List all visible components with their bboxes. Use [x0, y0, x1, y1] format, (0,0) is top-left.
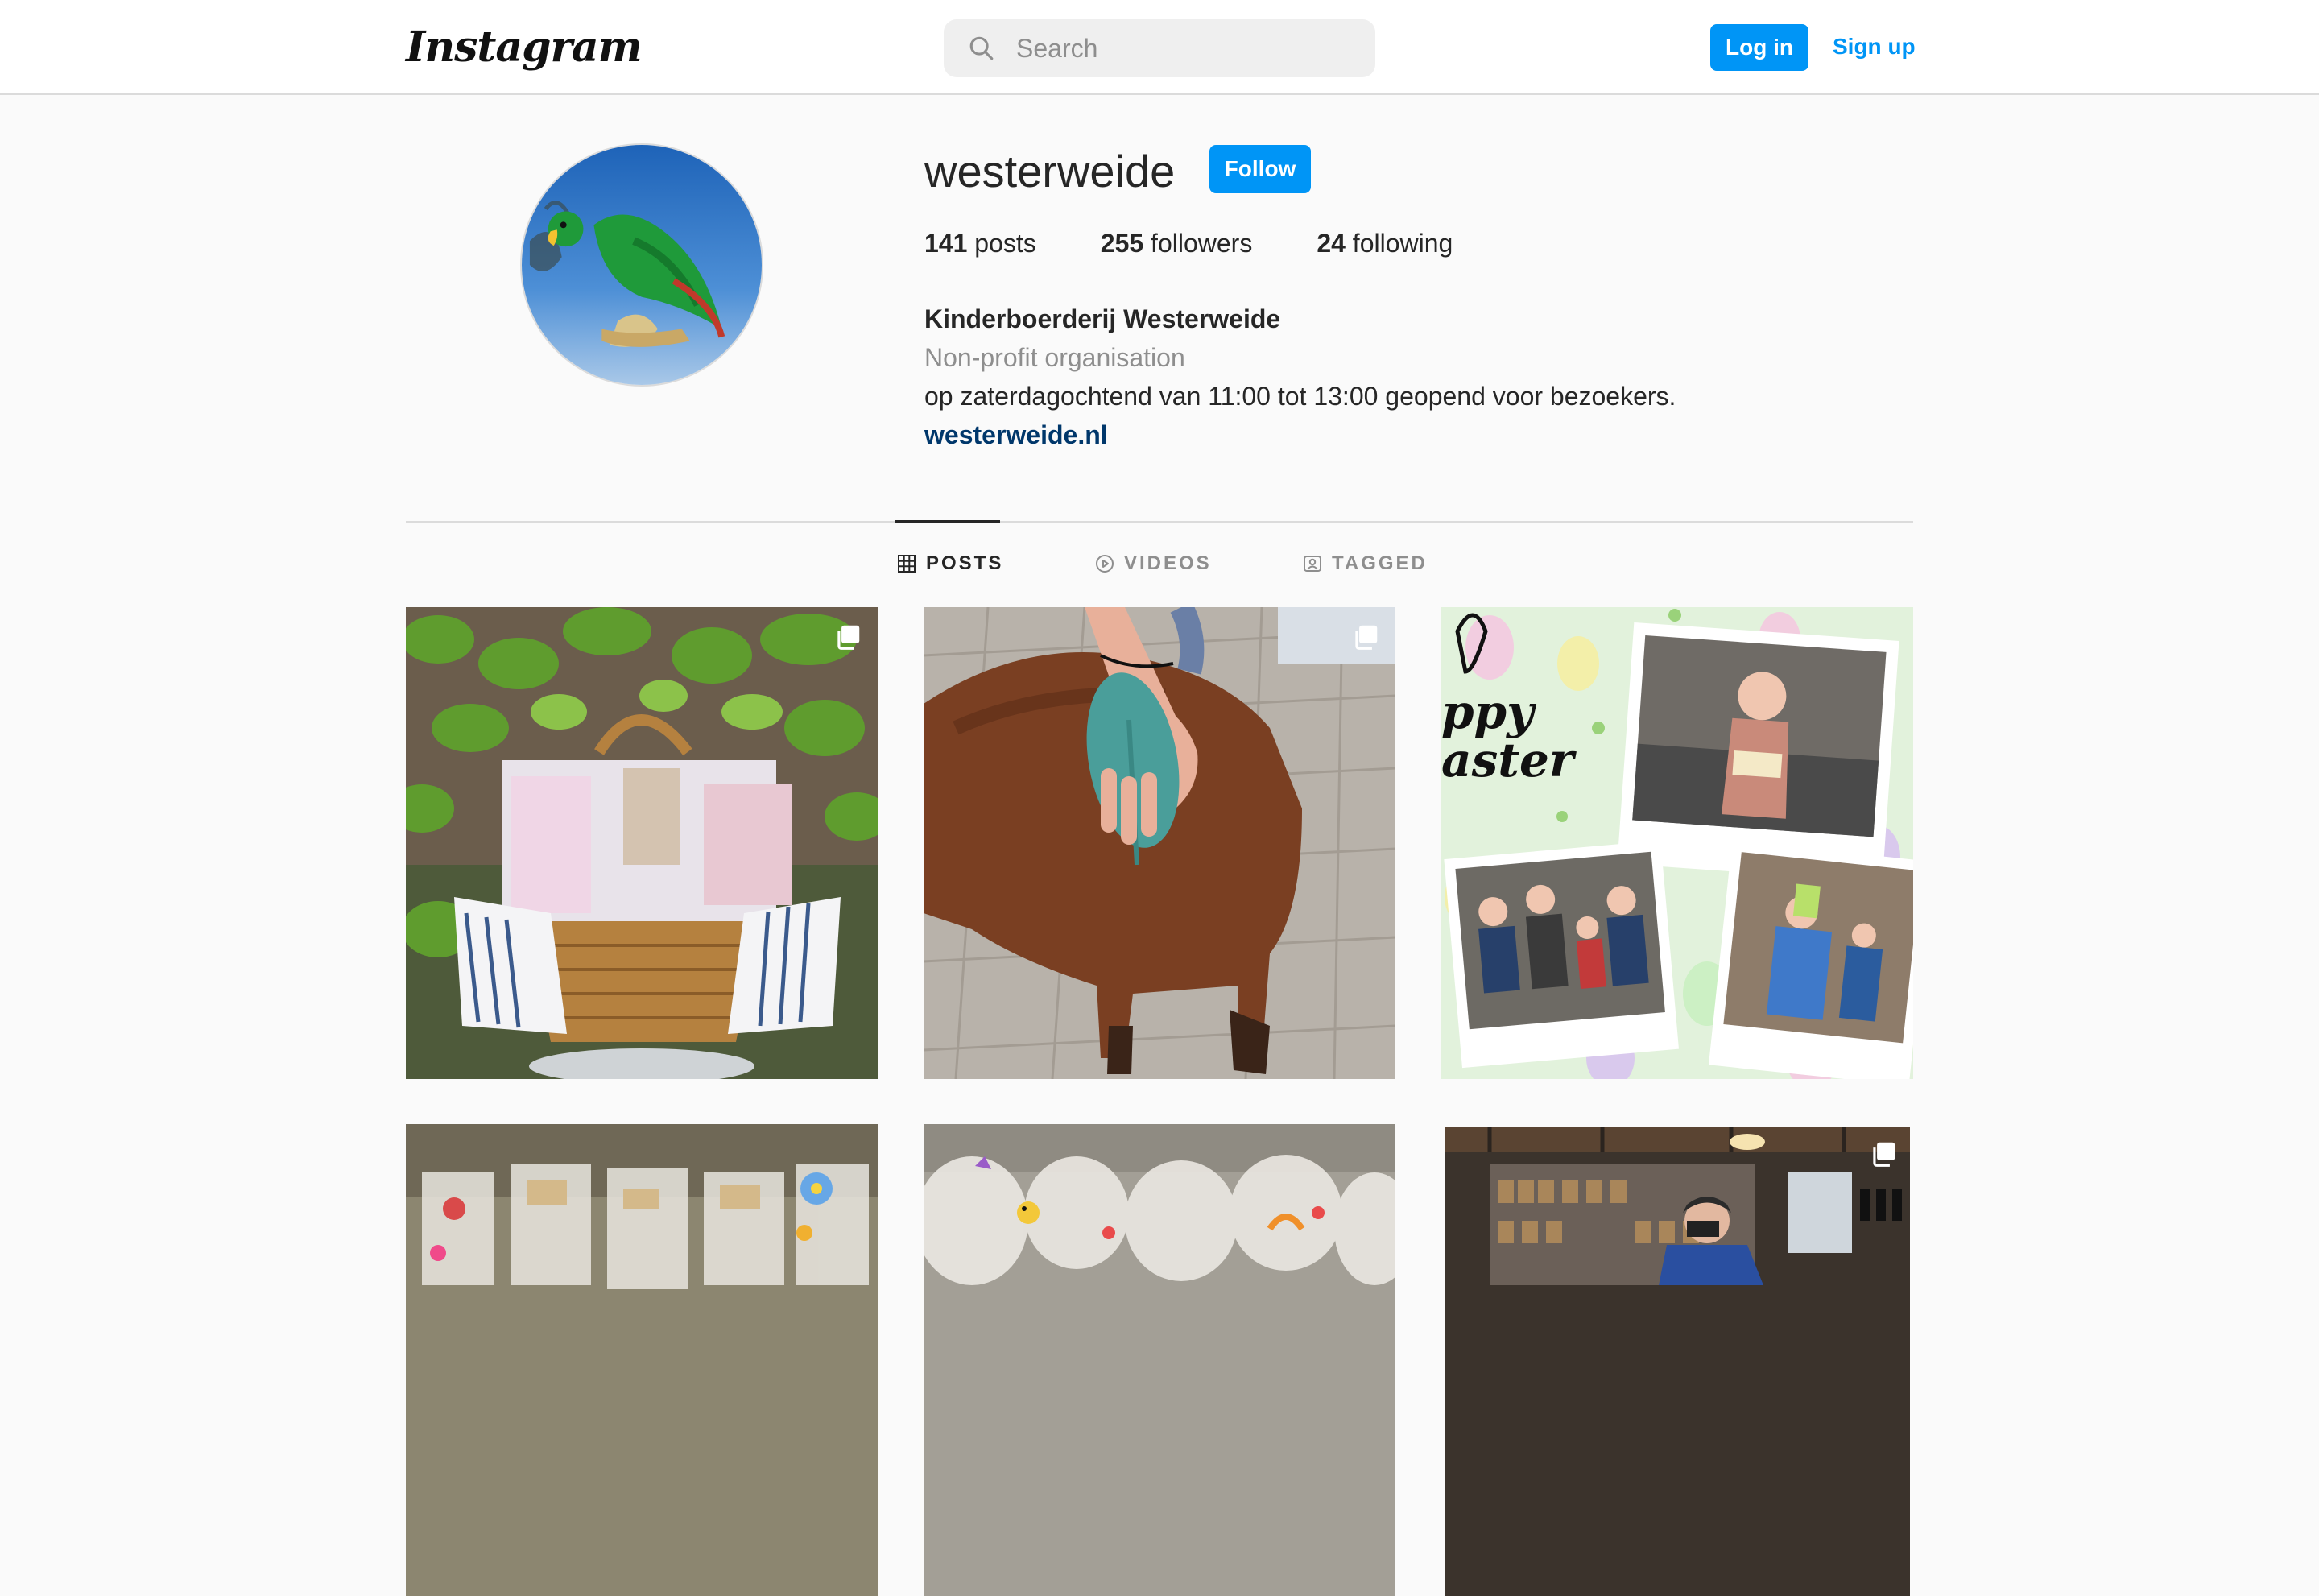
- post-thumbnail[interactable]: [1441, 1124, 1913, 1596]
- following-count-value: 24: [1317, 229, 1346, 258]
- posts-count-label: posts: [974, 229, 1036, 258]
- sign-up-link[interactable]: Sign up: [1833, 34, 1916, 60]
- tab-tagged[interactable]: TAGGED: [1303, 552, 1428, 575]
- followers-count-value: 255: [1100, 229, 1144, 258]
- search-icon: [969, 36, 994, 60]
- post-thumbnail[interactable]: [924, 607, 1395, 1079]
- easter-collage-photo: ppy aster: [1441, 607, 1913, 1079]
- tabs-divider: [406, 521, 1913, 523]
- follow-button[interactable]: Follow: [1209, 145, 1311, 193]
- tab-tagged-label: TAGGED: [1332, 552, 1428, 574]
- tagged-icon: [1304, 556, 1321, 572]
- log-in-button[interactable]: Log in: [1710, 24, 1808, 71]
- tab-posts[interactable]: POSTS: [897, 552, 1003, 575]
- profile-bio-text: op zaterdagochtend van 11:00 tot 13:00 g…: [924, 382, 1676, 411]
- followers-count[interactable]: 255 followers: [1101, 229, 1253, 258]
- search-input[interactable]: [1015, 32, 1356, 64]
- posts-count: 141 posts: [924, 229, 1036, 258]
- post-thumbnail[interactable]: [406, 607, 878, 1079]
- svg-text:aster: aster: [1441, 733, 1577, 788]
- tab-videos[interactable]: VIDEOS: [1095, 552, 1212, 575]
- instagram-logo[interactable]: Instagram: [406, 23, 643, 72]
- profile-stats: 141 posts 255 followers 24 following: [924, 229, 1517, 258]
- post-thumbnail[interactable]: [924, 1124, 1395, 1596]
- grid-icon: [898, 555, 916, 573]
- treat-bags-photo: [924, 1124, 1395, 1596]
- tab-posts-label: POSTS: [926, 552, 1004, 574]
- profile-website-link[interactable]: westerweide.nl: [924, 416, 1676, 454]
- gift-basket-photo: [406, 607, 878, 1079]
- profile-full-name: Kinderboerderij Westerweide: [924, 304, 1281, 333]
- profile-bio: Kinderboerderij Westerweide Non-profit o…: [924, 300, 1676, 454]
- posts-count-value: 141: [924, 229, 968, 258]
- gift-bags-photo: [406, 1124, 878, 1596]
- parrot-avatar-image: [522, 145, 762, 385]
- top-navigation-bar: Instagram Log in Sign up: [0, 0, 2319, 95]
- profile-username: westerweide: [924, 146, 1176, 196]
- farm-shop-photo: [1441, 1124, 1913, 1596]
- profile-category: Non-profit organisation: [924, 343, 1185, 372]
- tab-videos-label: VIDEOS: [1124, 552, 1212, 574]
- play-icon: [1096, 555, 1114, 573]
- profile-avatar: [520, 143, 763, 387]
- search-box[interactable]: [944, 19, 1375, 77]
- multiple-photos-icon: [1355, 625, 1378, 650]
- multiple-photos-icon: [837, 625, 860, 650]
- active-tab-indicator: [895, 520, 1000, 523]
- following-count-label: following: [1352, 229, 1453, 258]
- post-thumbnail[interactable]: ppy aster: [1441, 607, 1913, 1079]
- multiple-photos-icon: [1873, 1142, 1895, 1167]
- post-thumbnail[interactable]: [406, 1124, 878, 1596]
- svg-text:ppy: ppy: [1441, 684, 1537, 739]
- calf-brushing-photo: [924, 607, 1395, 1079]
- followers-count-label: followers: [1151, 229, 1253, 258]
- following-count[interactable]: 24 following: [1317, 229, 1453, 258]
